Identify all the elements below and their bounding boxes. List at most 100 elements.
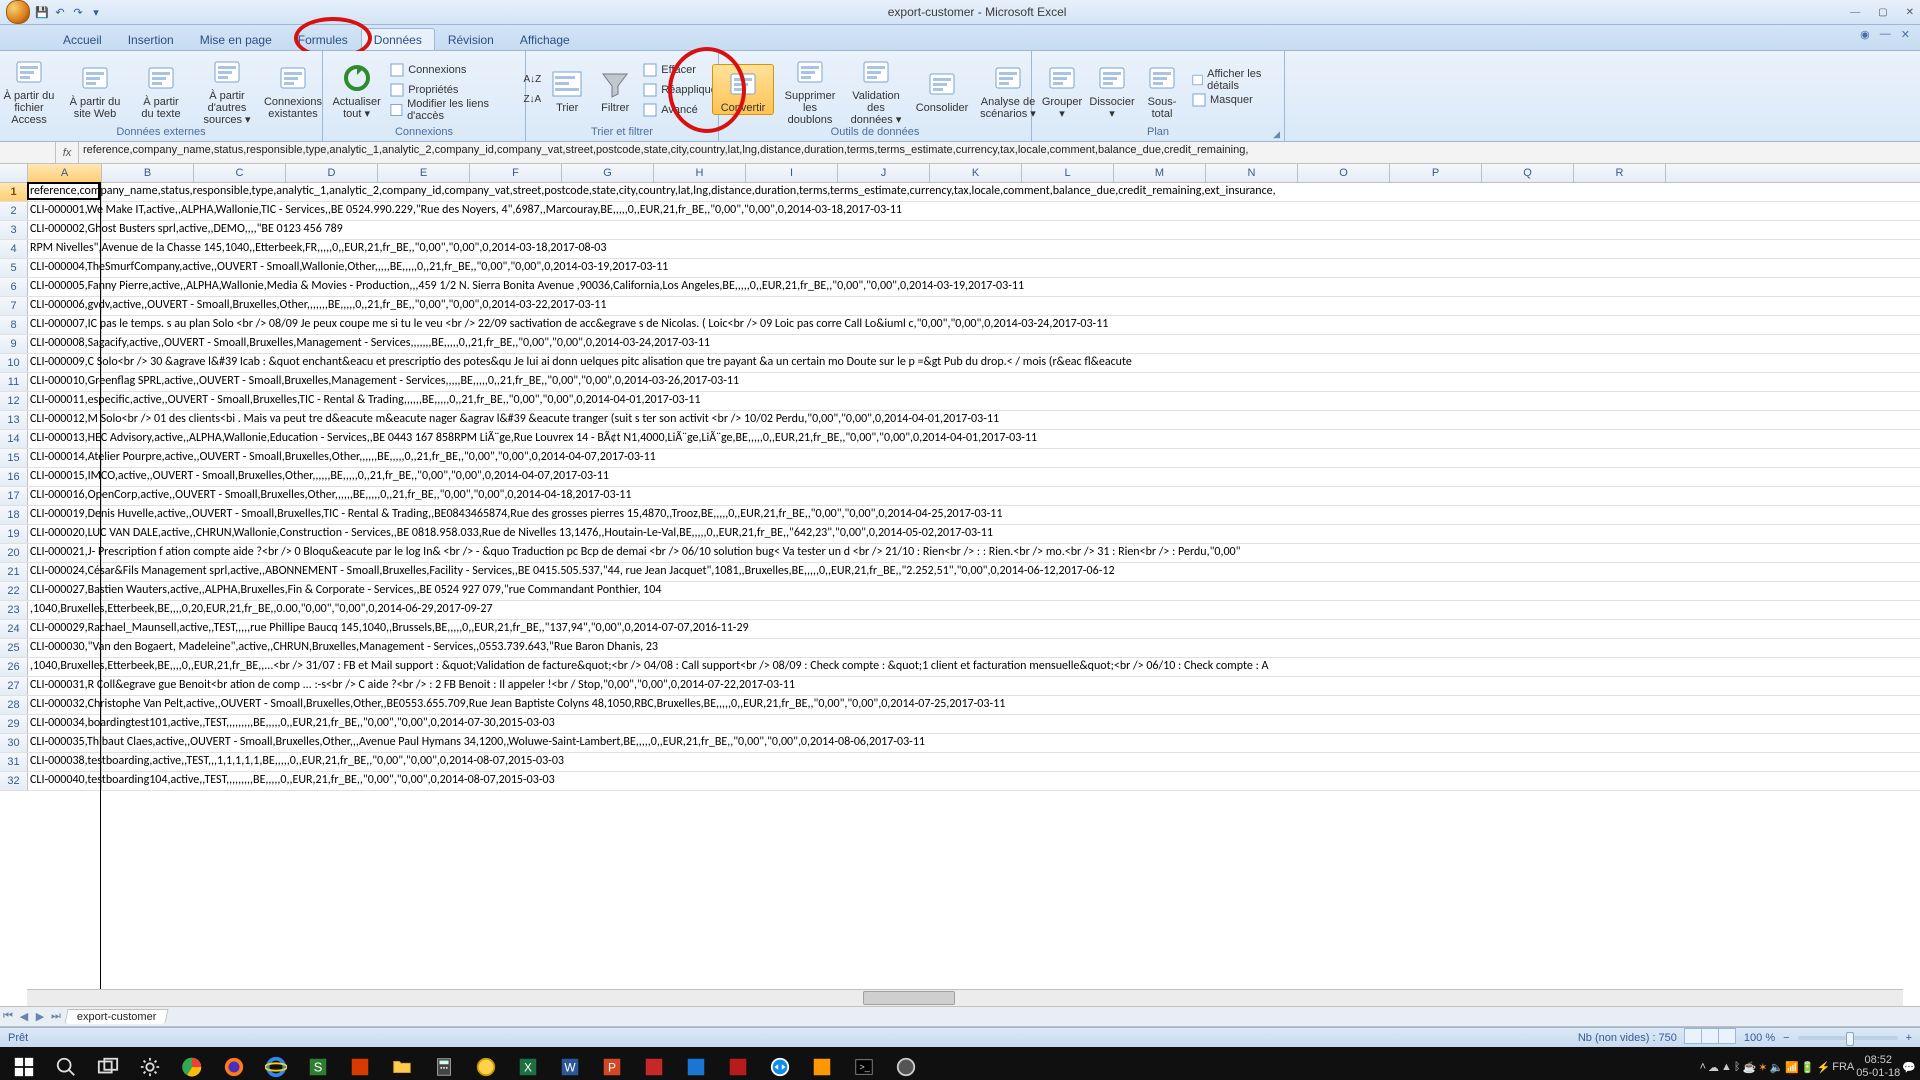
app-icon-2[interactable]	[340, 1047, 380, 1080]
tray-java-icon[interactable]: ☕	[1743, 1061, 1757, 1074]
cell[interactable]: CLI-000015,IMCO,active,,OUVERT - Smoall,…	[28, 468, 102, 486]
app-icon-4[interactable]	[634, 1047, 674, 1080]
properties-button[interactable]: Propriétés	[390, 81, 519, 99]
row-number[interactable]: 32	[0, 772, 28, 790]
column-header[interactable]: N	[1206, 164, 1298, 182]
column-header[interactable]: G	[562, 164, 654, 182]
column-header[interactable]: M	[1114, 164, 1206, 182]
tab-formules[interactable]: Formules	[285, 28, 361, 50]
cell[interactable]: CLI-000006,gvdv,active,,OUVERT - Smoall,…	[28, 297, 102, 315]
view-buttons[interactable]	[1685, 1028, 1736, 1047]
teamviewer-icon[interactable]	[760, 1047, 800, 1080]
start-button[interactable]	[4, 1047, 44, 1080]
tab-données[interactable]: Données	[361, 28, 435, 50]
cell[interactable]: ,1040,Bruxelles,Etterbeek,BE,,,,0,20,EUR…	[28, 601, 102, 619]
table-row[interactable]: 3CLI-000002,Ghost Busters sprl,active,,D…	[0, 221, 1920, 240]
firefox-icon[interactable]	[214, 1047, 254, 1080]
word-icon[interactable]: W	[550, 1047, 590, 1080]
tray-volume-icon[interactable]: 🔈	[1769, 1061, 1783, 1074]
cell[interactable]: reference,company_name,status,responsibl…	[28, 183, 102, 201]
cell[interactable]: CLI-000031,R Coll&egrave gue Benoit<br a…	[28, 677, 102, 695]
row-number[interactable]: 26	[0, 658, 28, 676]
tab-affichage[interactable]: Affichage	[507, 28, 583, 50]
row-number[interactable]: 23	[0, 601, 28, 619]
sheet-nav-next-icon[interactable]: ▶	[32, 1010, 48, 1023]
cell[interactable]: CLI-000005,Fanny Pierre,active,,ALPHA,Wa…	[28, 278, 102, 296]
file-explorer-icon[interactable]	[382, 1047, 422, 1080]
column-header[interactable]: B	[102, 164, 194, 182]
cell[interactable]: CLI-000010,Greenflag SPRL,active,,OUVERT…	[28, 373, 102, 391]
row-number[interactable]: 12	[0, 392, 28, 410]
table-row[interactable]: 2CLI-000001,We Make IT,active,,ALPHA,Wal…	[0, 202, 1920, 221]
column-header[interactable]: I	[746, 164, 838, 182]
from-web-button[interactable]: À partir du site Web	[65, 59, 125, 120]
column-header[interactable]: Q	[1482, 164, 1574, 182]
from-access-button[interactable]: À partir du fichier Access	[0, 53, 59, 126]
consolidate-button[interactable]: Consolider	[912, 65, 972, 114]
excel-icon[interactable]: X	[508, 1047, 548, 1080]
tray-battery-icon[interactable]: 🔋	[1801, 1061, 1815, 1074]
app-icon-1[interactable]: S	[298, 1047, 338, 1080]
subtotal-button[interactable]: Sous-total	[1138, 59, 1186, 120]
app-icon-6[interactable]	[718, 1047, 758, 1080]
column-header[interactable]: K	[930, 164, 1022, 182]
column-header[interactable]: C	[194, 164, 286, 182]
cell[interactable]: CLI-000011,especific,active,,OUVERT - Sm…	[28, 392, 102, 410]
table-row[interactable]: 32CLI-000040,testboarding104,active,,TES…	[0, 772, 1920, 791]
sort-asc-button[interactable]: A↓Z	[523, 71, 541, 89]
refresh-all-button[interactable]: Actualiser tout ▾	[329, 59, 384, 120]
save-icon[interactable]: 💾	[34, 4, 50, 20]
table-row[interactable]: 30CLI-000035,Thibaut Claes,active,,OUVER…	[0, 734, 1920, 753]
sort-button[interactable]: Trier	[547, 65, 587, 114]
ungroup-button[interactable]: Dissocier ▾	[1088, 59, 1136, 120]
tray-cloud-icon[interactable]: ☁	[1708, 1061, 1719, 1074]
cell[interactable]: CLI-000021,J- Prescription f ation compt…	[28, 544, 102, 562]
tray-notifications-icon[interactable]: 💬	[1902, 1061, 1916, 1074]
table-row[interactable]: 11CLI-000010,Greenflag SPRL,active,,OUVE…	[0, 373, 1920, 392]
close-button[interactable]: ✕	[1906, 7, 1914, 18]
tray-av-icon[interactable]: ✶	[1758, 1061, 1767, 1074]
row-number[interactable]: 21	[0, 563, 28, 581]
table-row[interactable]: 7CLI-000006,gvdv,active,,OUVERT - Smoall…	[0, 297, 1920, 316]
table-row[interactable]: 24CLI-000029,Rachael_Maunsell,active,,TE…	[0, 620, 1920, 639]
connections-button[interactable]: Connexions	[390, 61, 519, 79]
filter-button[interactable]: Filtrer	[593, 65, 637, 114]
table-row[interactable]: 17CLI-000016,OpenCorp,active,,OUVERT - S…	[0, 487, 1920, 506]
row-number[interactable]: 19	[0, 525, 28, 543]
row-number[interactable]: 15	[0, 449, 28, 467]
cell[interactable]: CLI-000030,"Van den Bogaert, Madeleine",…	[28, 639, 102, 657]
cell[interactable]: RPM Nivelles",Avenue de la Chasse 145,10…	[28, 240, 102, 258]
row-number[interactable]: 31	[0, 753, 28, 771]
row-number[interactable]: 14	[0, 430, 28, 448]
row-number[interactable]: 9	[0, 335, 28, 353]
clear-button[interactable]: Effacer	[643, 61, 720, 79]
column-header[interactable]: A	[28, 164, 102, 182]
ie-icon[interactable]	[256, 1047, 296, 1080]
advanced-button[interactable]: Avancé	[643, 101, 720, 119]
row-number[interactable]: 3	[0, 221, 28, 239]
table-row[interactable]: 27CLI-000031,R Coll&egrave gue Benoit<br…	[0, 677, 1920, 696]
sheet-nav-last-icon[interactable]: ⏭	[48, 1010, 64, 1023]
table-row[interactable]: 15CLI-000014,Atelier Pourpre,active,,OUV…	[0, 449, 1920, 468]
tab-mise-en-page[interactable]: Mise en page	[187, 28, 285, 50]
remove-dup-button[interactable]: Supprimer les doublons	[780, 53, 840, 126]
table-row[interactable]: 22CLI-000027,Bastien Wauters,active,,ALP…	[0, 582, 1920, 601]
row-number[interactable]: 4	[0, 240, 28, 258]
scrollbar-thumb[interactable]	[863, 991, 955, 1005]
cell[interactable]: CLI-000038,testboarding,active,,TEST,,,1…	[28, 753, 102, 771]
row-number[interactable]: 5	[0, 259, 28, 277]
cell[interactable]: CLI-000020,LUC VAN DALE,active,,CHRUN,Wa…	[28, 525, 102, 543]
horizontal-scrollbar[interactable]	[27, 989, 1903, 1006]
row-number[interactable]: 17	[0, 487, 28, 505]
table-row[interactable]: 26,1040,Bruxelles,Etterbeek,BE,,,,0,,EUR…	[0, 658, 1920, 677]
table-row[interactable]: 23,1040,Bruxelles,Etterbeek,BE,,,,0,20,E…	[0, 601, 1920, 620]
column-header[interactable]: O	[1298, 164, 1390, 182]
row-number[interactable]: 29	[0, 715, 28, 733]
hide-detail-button[interactable]: Masquer	[1192, 91, 1278, 109]
qat-customize-icon[interactable]: ▾	[88, 4, 104, 20]
table-row[interactable]: 21CLI-000024,César&Fils Management sprl,…	[0, 563, 1920, 582]
column-header[interactable]: H	[654, 164, 746, 182]
column-header[interactable]: F	[470, 164, 562, 182]
sheet-tab[interactable]: export-customer	[64, 1009, 169, 1024]
tab-accueil[interactable]: Accueil	[50, 28, 115, 50]
